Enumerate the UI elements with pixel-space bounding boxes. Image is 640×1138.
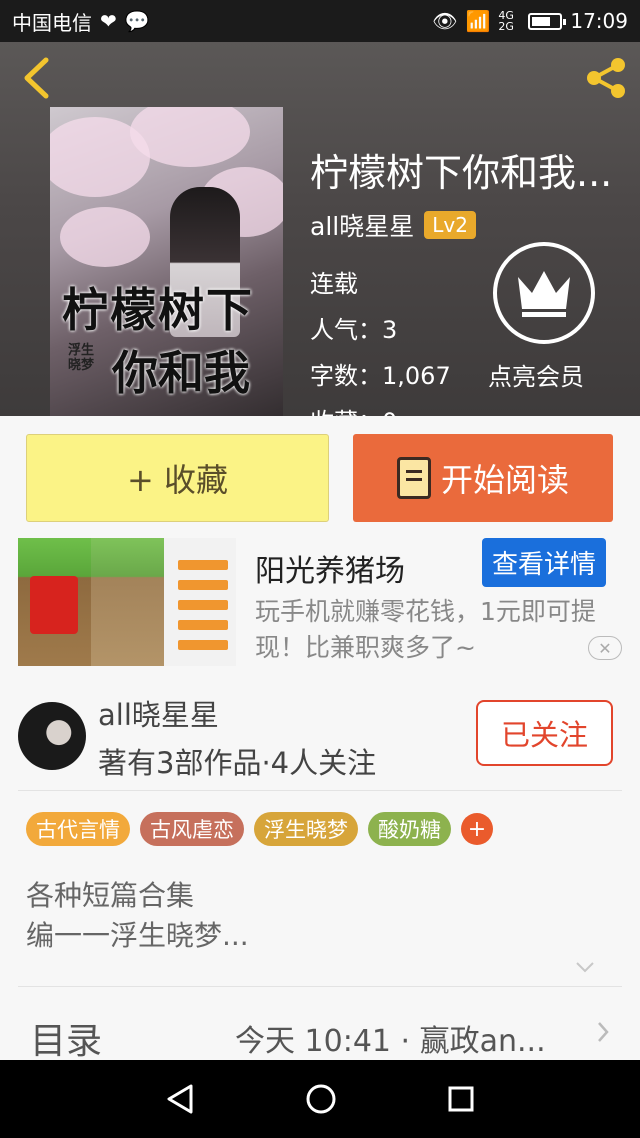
back-triangle-icon[interactable]	[165, 1083, 195, 1115]
status-bar: 中国电信 ❤ 💬 👁 📶 4G 2G 17:09	[0, 0, 640, 42]
table-of-contents-row[interactable]: 目录 今天 10:41 · 赢政an...	[30, 1010, 610, 1062]
author-card-stats: 著有3部作品·4人关注	[98, 746, 377, 780]
ad-screenshot	[164, 538, 236, 666]
tag-chip[interactable]: 浮生晓梦	[254, 812, 358, 846]
eye-icon: 👁	[432, 9, 458, 33]
divider	[18, 986, 622, 987]
wechat-icon: 💬	[124, 9, 150, 33]
recents-square-icon[interactable]	[447, 1085, 475, 1113]
tag-chip[interactable]: 古风虐恋	[140, 812, 244, 846]
chevron-right-icon	[598, 1022, 609, 1042]
cover-title-line1: 柠檬树下	[62, 283, 254, 337]
share-button[interactable]	[582, 54, 630, 102]
ad-screenshot	[18, 538, 91, 666]
ad-banner[interactable]: 阳光养猪场 查看详情 玩手机就赚零花钱，1元即可提现！比兼职爽多了~ ✕	[18, 538, 622, 668]
start-reading-label: 开始阅读	[440, 461, 569, 499]
back-button[interactable]	[16, 56, 56, 100]
crown-icon	[518, 271, 570, 317]
cover-title-line2: 你和我	[112, 346, 250, 400]
description-line: 编一一浮生晓梦...	[26, 919, 249, 952]
tag-list: 古代言情 古风虐恋 浮生晓梦 酸奶糖 +	[26, 812, 493, 846]
tag-chip[interactable]: 酸奶糖	[368, 812, 451, 846]
carrier-label: 中国电信	[12, 10, 92, 35]
book-author-row: all晓星星 Lv2	[310, 207, 476, 243]
cover-author: 浮生晓梦	[68, 343, 95, 373]
author-card[interactable]: all晓星星 著有3部作品·4人关注 已关注	[18, 688, 622, 788]
favorites-label: 收藏：	[310, 408, 382, 416]
wifi-icon: 📶	[465, 9, 491, 33]
clock: 17:09	[570, 9, 628, 33]
author-card-name: all晓星星	[98, 698, 219, 732]
popularity-label: 人气：	[310, 316, 382, 344]
chevron-left-icon	[24, 57, 49, 99]
level-badge: Lv2	[424, 211, 476, 239]
collect-button[interactable]: + 收藏	[26, 434, 329, 522]
avatar[interactable]	[18, 702, 86, 770]
follow-button[interactable]: 已关注	[476, 700, 613, 766]
popularity-value: 3	[382, 316, 398, 344]
system-navigation-bar	[0, 1060, 640, 1138]
chevron-down-icon[interactable]	[574, 956, 596, 978]
start-reading-button[interactable]: 开始阅读	[353, 434, 613, 522]
home-circle-icon[interactable]	[305, 1083, 337, 1115]
ad-description: 玩手机就赚零花钱，1元即可提现！比兼职爽多了~	[255, 597, 596, 662]
latest-chapter: 今天 10:41 · 赢政an...	[235, 1024, 546, 1059]
tag-chip[interactable]: 古代言情	[26, 812, 130, 846]
popularity-row: 人气：3	[310, 310, 397, 345]
ad-screenshot	[91, 538, 164, 666]
status-right: 👁 📶 4G 2G 17:09	[432, 9, 628, 33]
word-count-row: 字数：1,067	[310, 356, 451, 391]
ad-detail-button[interactable]: 查看详情	[482, 538, 607, 587]
ad-close-button[interactable]: ✕	[588, 636, 622, 660]
word-count-value: 1,067	[382, 362, 451, 390]
favorites-row: 收藏：0	[310, 402, 397, 416]
divider	[18, 790, 622, 791]
word-count-label: 字数：	[310, 362, 382, 390]
toc-title: 目录	[30, 1021, 103, 1062]
cover-blossom	[60, 207, 150, 267]
membership-label[interactable]: 点亮会员	[488, 357, 584, 392]
ad-image	[18, 538, 236, 666]
battery-icon	[528, 12, 567, 30]
book-header: 柠檬树下 你和我 浮生晓梦 柠檬树下你和我... all晓星星 Lv2 连载 人…	[0, 42, 640, 416]
membership-button[interactable]	[493, 242, 595, 344]
status-left: 中国电信 ❤ 💬	[12, 7, 150, 36]
share-icon	[587, 58, 625, 98]
book-author[interactable]: all晓星星	[310, 207, 414, 243]
book-description: 各种短篇合集 编一一浮生晓梦...	[26, 876, 249, 956]
description-line: 各种短篇合集	[26, 879, 195, 912]
book-cover[interactable]: 柠檬树下 你和我 浮生晓梦	[50, 107, 283, 416]
ad-title: 阳光养猪场	[255, 554, 405, 589]
heart-icon: ❤	[100, 9, 117, 33]
favorites-value: 0	[382, 408, 397, 416]
book-title: 柠檬树下你和我...	[310, 151, 613, 195]
network-label: 4G 2G	[498, 9, 514, 33]
book-icon	[396, 457, 431, 499]
book-detail-content: + 收藏 开始阅读 阳光养猪场 查看详情 玩手机就赚零花钱，1元即可提现！比兼职…	[0, 416, 640, 1062]
add-tag-button[interactable]: +	[461, 813, 493, 845]
book-status: 连载	[310, 270, 358, 298]
